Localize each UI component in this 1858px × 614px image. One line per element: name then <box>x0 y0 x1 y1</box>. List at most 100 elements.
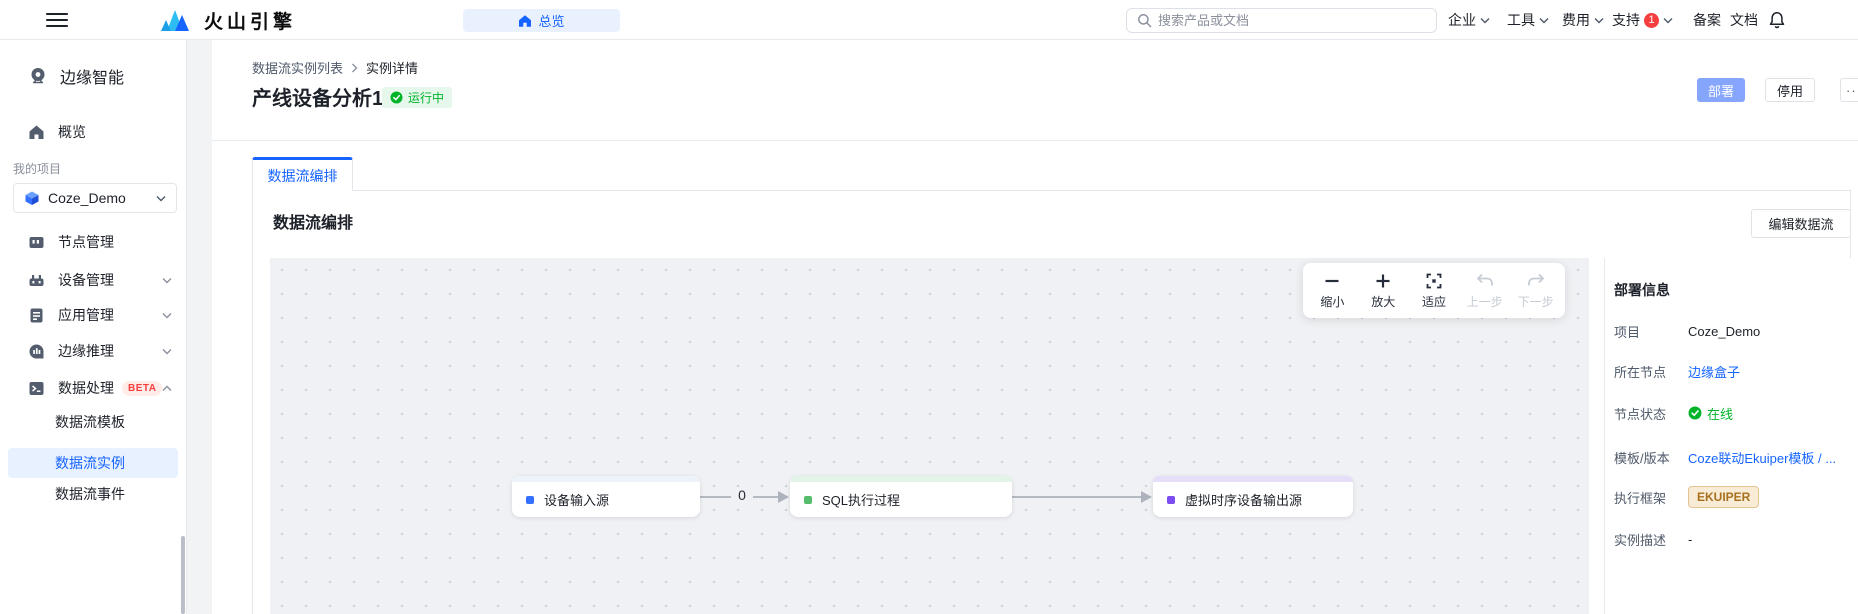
topbar: 火山引擎 总览 企业 工具 费用 支持 <box>0 0 1858 40</box>
edge-arrowhead-icon <box>1141 491 1152 503</box>
sidebar-item-dataflow-events[interactable]: 数据流事件 <box>0 479 186 509</box>
node-header-strip <box>512 476 700 482</box>
content-sheet: 数据流实例列表 实例详情 产线设备分析1 运行中 部署 停用 ··· 数据流编排… <box>212 40 1858 614</box>
chevron-down-icon <box>1663 17 1673 23</box>
node-virtual-timeseries-output[interactable]: 虚拟时序设备输出源 <box>1153 476 1353 517</box>
chevron-down-icon <box>156 195 166 201</box>
node-status-value: 在线 <box>1688 404 1733 423</box>
sidebar: 边缘智能 概览 我的项目 Coze_Demo 节点管理 设备管理 应用管理 边缘… <box>0 40 187 614</box>
deploy-info-panel: 部署信息 项目 Coze_Demo 所在节点 边缘盒子 节点状态 在线 模板/版… <box>1604 258 1851 614</box>
main-area: 数据流实例列表 实例详情 产线设备分析1 运行中 部署 停用 ··· 数据流编排… <box>187 40 1858 614</box>
nav-tools[interactable]: 工具 <box>1507 0 1549 40</box>
chevron-up-icon <box>162 385 172 391</box>
search-box[interactable] <box>1126 8 1437 33</box>
header-divider <box>212 140 1858 141</box>
zoom-out-button[interactable]: 缩小 <box>1307 267 1358 315</box>
app-management-icon <box>30 308 43 322</box>
project-cube-icon <box>25 191 39 205</box>
chevron-down-icon <box>162 277 172 283</box>
deploy-button[interactable]: 部署 <box>1697 78 1745 102</box>
sidebar-item-overview[interactable]: 概览 <box>0 116 186 148</box>
zoom-in-button[interactable]: 放大 <box>1358 267 1409 315</box>
disable-button[interactable]: 停用 <box>1765 78 1815 102</box>
dataflow-canvas[interactable]: 缩小 放大 适应 上一步 下一步 0 设备输入源 SQL执行过程 虚拟时序设备输… <box>270 258 1589 614</box>
redo-button[interactable]: 下一步 <box>1510 267 1561 315</box>
nav-support[interactable]: 支持 1 <box>1612 0 1673 40</box>
breadcrumb-current: 实例详情 <box>366 61 419 76</box>
chevron-down-icon <box>1480 17 1490 23</box>
sidebar-scrollbar[interactable] <box>181 536 185 614</box>
search-input[interactable] <box>1158 13 1426 28</box>
edge-intelligence-console: 火山引擎 总览 企业 工具 费用 支持 <box>0 0 1858 614</box>
notification-bell-icon[interactable] <box>1768 11 1786 29</box>
deploy-info-row-node-status: 节点状态 在线 <box>1614 402 1847 424</box>
minus-icon <box>1325 279 1339 283</box>
plus-icon <box>1376 274 1390 288</box>
deploy-info-title: 部署信息 <box>1614 282 1670 298</box>
sidebar-item-app-management[interactable]: 应用管理 <box>0 299 186 331</box>
home-icon <box>29 125 44 139</box>
sidebar-product-title: 边缘智能 <box>0 60 186 92</box>
node-header-strip <box>790 476 1012 482</box>
chevron-down-icon <box>162 348 172 354</box>
check-circle-icon <box>1688 406 1702 420</box>
edge-line <box>1012 496 1141 498</box>
canvas-toolbar: 缩小 放大 适应 上一步 下一步 <box>1303 263 1565 318</box>
sidebar-item-node-management[interactable]: 节点管理 <box>0 226 186 258</box>
node-link[interactable]: 边缘盒子 <box>1688 362 1740 381</box>
check-circle-icon <box>390 91 403 104</box>
logo-text: 火山引擎 <box>204 11 297 33</box>
edit-dataflow-button[interactable]: 编辑数据流 <box>1751 209 1851 238</box>
breadcrumb-instances-link[interactable]: 数据流实例列表 <box>252 58 343 77</box>
undo-button[interactable]: 上一步 <box>1459 267 1510 315</box>
sidebar-item-data-processing[interactable]: 数据处理 BETA <box>0 372 186 404</box>
redo-icon <box>1527 273 1544 286</box>
volcengine-logo[interactable]: 火山引擎 <box>158 0 296 40</box>
data-processing-icon <box>29 381 44 395</box>
beta-badge: BETA <box>122 380 163 396</box>
undo-icon <box>1476 273 1493 286</box>
chevron-right-icon <box>352 63 358 72</box>
deploy-info-row-description: 实例描述 - <box>1614 531 1693 548</box>
chevron-down-icon <box>1539 17 1549 23</box>
deploy-info-row-template: 模板/版本 Coze联动Ekuiper模板 / ... <box>1614 446 1847 468</box>
sidebar-item-edge-inference[interactable]: 边缘推理 <box>0 335 186 367</box>
nav-enterprise[interactable]: 企业 <box>1448 0 1490 40</box>
edge-line <box>700 496 731 498</box>
node-sql-process[interactable]: SQL执行过程 <box>790 476 1012 517</box>
more-actions-button[interactable]: ··· <box>1840 78 1858 102</box>
volcengine-logo-icon <box>161 10 189 31</box>
deploy-info-row-project: 项目 Coze_Demo <box>1614 323 1761 340</box>
device-management-icon <box>29 274 44 286</box>
fit-view-button[interactable]: 适应 <box>1409 267 1460 315</box>
node-type-bullet <box>1167 495 1175 504</box>
nav-billing[interactable]: 费用 <box>1562 0 1604 40</box>
sidebar-item-dataflow-templates[interactable]: 数据流模板 <box>0 406 186 438</box>
support-notification-badge: 1 <box>1644 12 1659 28</box>
project-select[interactable]: Coze_Demo <box>13 183 177 213</box>
status-text: 运行中 <box>408 91 445 105</box>
dataflow-card: 数据流编排 编辑数据流 缩小 放大 适应 上一步 下一步 0 设备输入源 SQL… <box>252 190 1851 614</box>
my-projects-label: 我的项目 <box>13 162 62 176</box>
overview-tab[interactable]: 总览 <box>463 9 620 32</box>
project-value: Coze_Demo <box>1688 323 1761 339</box>
edge-label: 0 <box>731 487 753 503</box>
node-device-input-source[interactable]: 设备输入源 <box>512 476 700 517</box>
edge-intelligence-icon <box>31 68 45 84</box>
page-title: 产线设备分析1 <box>252 88 384 110</box>
overview-tab-label: 总览 <box>538 14 565 29</box>
node-management-icon <box>29 236 44 248</box>
node-type-bullet <box>804 495 812 504</box>
nav-icp-filing[interactable]: 备案 <box>1693 0 1721 40</box>
home-icon <box>519 14 532 27</box>
sidebar-item-device-management[interactable]: 设备管理 <box>0 264 186 296</box>
section-title: 数据流编排 <box>273 215 354 232</box>
hamburger-menu-icon[interactable] <box>46 13 68 27</box>
ekuiper-badge: EKUIPER <box>1688 486 1760 508</box>
template-version-link[interactable]: Coze联动Ekuiper模板 / ... <box>1688 448 1836 467</box>
tab-dataflow-orchestration[interactable]: 数据流编排 <box>252 157 353 191</box>
sidebar-item-dataflow-instances[interactable]: 数据流实例 <box>8 448 178 478</box>
fit-view-icon <box>1426 273 1442 289</box>
nav-docs[interactable]: 文档 <box>1730 0 1758 40</box>
edge-arrowhead-icon <box>778 491 789 503</box>
